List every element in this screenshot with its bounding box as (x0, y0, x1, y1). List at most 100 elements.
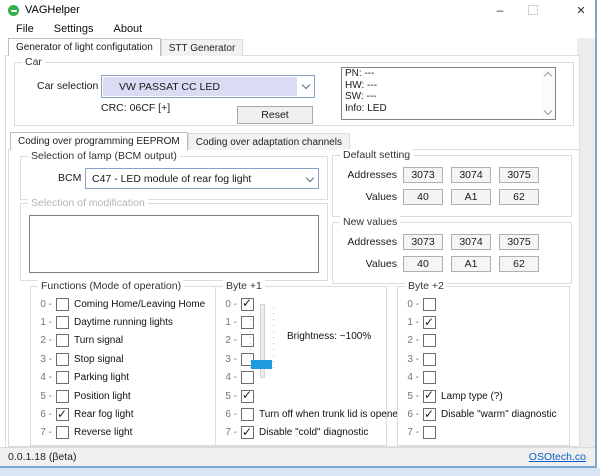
checkbox[interactable] (56, 408, 69, 421)
checkbox[interactable] (423, 353, 436, 366)
menu-settings[interactable]: Settings (44, 21, 104, 37)
checkbox[interactable] (56, 353, 69, 366)
new-values-group: New values Addresses 3073 3074 3075 Valu… (332, 222, 572, 284)
new-value-1[interactable]: 40 (403, 256, 443, 272)
maximize-icon (528, 5, 538, 15)
new-value-3[interactable]: 62 (499, 256, 539, 272)
checkbox[interactable] (423, 334, 436, 347)
minimize-button[interactable]: – (485, 0, 515, 20)
bit-number-label: 7 - (402, 427, 419, 438)
checkbox[interactable] (56, 371, 69, 384)
checkbox-row: 3 - (220, 350, 384, 368)
functions-group-label: Functions (Mode of operation) (38, 280, 184, 292)
default-value-3: 62 (499, 189, 539, 205)
new-address-3[interactable]: 3075 (499, 234, 539, 250)
menu-file[interactable]: File (6, 21, 44, 37)
checkbox[interactable] (241, 390, 254, 403)
checkbox[interactable] (56, 298, 69, 311)
checkbox-label[interactable]: Disable "warm" diagnostic (441, 409, 556, 420)
background-strip-bottom (0, 468, 600, 476)
checkbox[interactable] (56, 316, 69, 329)
default-value-2: A1 (451, 189, 491, 205)
bit-number-label: 0 - (35, 299, 52, 310)
bit-number-label: 2 - (402, 335, 419, 346)
default-address-1: 3073 (403, 167, 443, 183)
scrollbar[interactable] (542, 68, 555, 119)
bit-number-label: 4 - (220, 372, 237, 383)
tab-coding-eeprom[interactable]: Coding over programming EEPROM (10, 132, 188, 150)
modification-listbox[interactable] (29, 215, 319, 273)
bcm-dropdown[interactable]: C47 - LED module of rear fog light (85, 168, 319, 189)
checkbox[interactable] (423, 426, 436, 439)
new-value-2[interactable]: A1 (451, 256, 491, 272)
new-addresses-row: Addresses 3073 3074 3075 (333, 234, 547, 250)
checkbox[interactable] (423, 371, 436, 384)
byte-plus1-group: Byte +1 0 - 1 - 2 - 3 - 4 - (215, 286, 387, 446)
bit-number-label: 6 - (402, 409, 419, 420)
title-bar: VAGHelper – ✕ (0, 0, 596, 20)
tab-stt-generator[interactable]: STT Generator (161, 39, 244, 56)
bit-number-label: 0 - (402, 299, 419, 310)
checkbox[interactable] (56, 426, 69, 439)
car-selection-dropdown[interactable]: VW PASSAT CC LED (101, 75, 315, 98)
addresses-label: Addresses (333, 169, 403, 181)
checkbox-label[interactable]: Reverse light (74, 427, 132, 438)
car-info-info: Info: LED (342, 103, 555, 115)
checkbox-label[interactable]: Coming Home/Leaving Home (74, 299, 205, 310)
checkbox-row: 5 - Lamp type (?) (402, 387, 567, 405)
byte-plus2-group: Byte +2 0 - 1 - 2 - 3 - 4 - (397, 286, 570, 446)
checkbox-label[interactable]: Rear fog light (74, 409, 133, 420)
bit-number-label: 7 - (35, 427, 52, 438)
checkbox-row: 1 - (220, 313, 384, 331)
modification-group-label: Selection of modification (28, 197, 148, 209)
brightness-label: Brightness: ~100% (287, 331, 371, 342)
bit-number-label: 2 - (220, 335, 237, 346)
website-link[interactable]: OSOtech.co (529, 451, 586, 463)
bit-number-label: 4 - (35, 372, 52, 383)
default-values-row: Values 40 A1 62 (333, 189, 547, 205)
checkbox[interactable] (423, 298, 436, 311)
chevron-down-icon (302, 81, 310, 89)
checkbox[interactable] (423, 390, 436, 403)
menu-about[interactable]: About (103, 21, 152, 37)
checkbox[interactable] (241, 426, 254, 439)
checkbox[interactable] (423, 408, 436, 421)
scroll-up-icon[interactable] (544, 72, 552, 80)
reset-button[interactable]: Reset (237, 106, 313, 124)
checkbox[interactable] (241, 316, 254, 329)
bit-number-label: 2 - (35, 335, 52, 346)
checkbox-label[interactable]: Turn off when trunk lid is opened (259, 409, 404, 420)
checkbox[interactable] (241, 371, 254, 384)
checkbox[interactable] (56, 334, 69, 347)
checkbox[interactable] (56, 390, 69, 403)
slider-thumb[interactable] (251, 360, 272, 369)
scroll-down-icon[interactable] (544, 107, 552, 115)
new-address-1[interactable]: 3073 (403, 234, 443, 250)
tab-coding-adaptation[interactable]: Coding over adaptation channels (188, 133, 350, 150)
close-button[interactable]: ✕ (566, 0, 596, 20)
maximize-button[interactable] (518, 0, 548, 20)
checkbox-label[interactable]: Stop signal (74, 354, 123, 365)
checkbox-label[interactable]: Position light (74, 391, 131, 402)
checkbox-label[interactable]: Disable "cold" diagnostic (259, 427, 368, 438)
new-values-label: New values (340, 216, 400, 228)
default-value-1: 40 (403, 189, 443, 205)
checkbox-label[interactable]: Turn signal (74, 335, 123, 346)
checkbox[interactable] (241, 298, 254, 311)
checkbox[interactable] (241, 334, 254, 347)
checkbox[interactable] (241, 408, 254, 421)
car-info-box[interactable]: PN: --- HW: --- SW: --- Info: LED (341, 67, 556, 120)
bit-number-label: 1 - (402, 317, 419, 328)
checkbox-label[interactable]: Lamp type (?) (441, 391, 503, 402)
tab-generator-of-light-configuration[interactable]: Generator of light configutation (8, 38, 161, 56)
window-title: VAGHelper (25, 4, 80, 16)
bit-number-label: 6 - (220, 409, 237, 420)
checkbox[interactable] (423, 316, 436, 329)
checkbox-row: 0 - (220, 295, 384, 313)
car-info-hw: HW: --- (342, 80, 555, 92)
checkbox-label[interactable]: Parking light (74, 372, 129, 383)
checkbox-label[interactable]: Daytime running lights (74, 317, 173, 328)
bit-number-label: 1 - (220, 317, 237, 328)
new-address-2[interactable]: 3074 (451, 234, 491, 250)
checkbox-row: 1 - Daytime running lights (35, 313, 214, 331)
